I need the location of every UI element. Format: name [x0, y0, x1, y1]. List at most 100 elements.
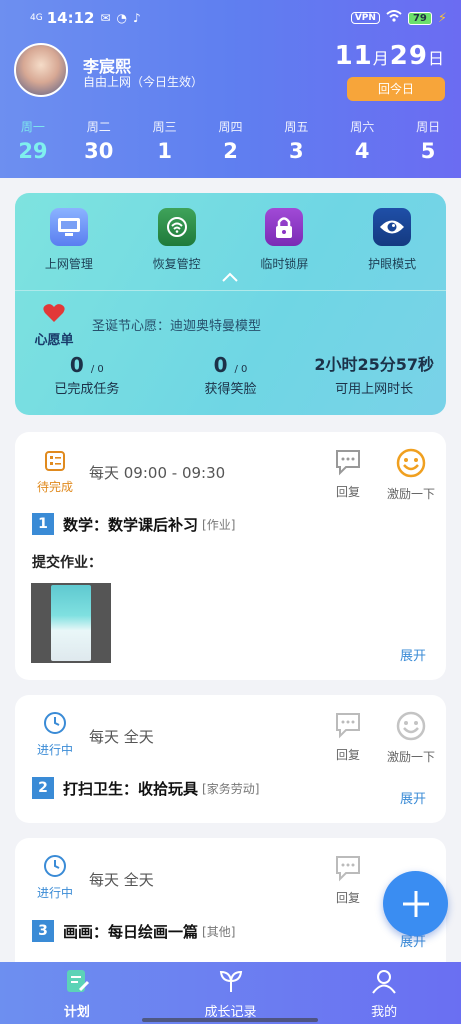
- status-time: 14:12: [46, 9, 95, 27]
- task-schedule: 每天 全天: [89, 871, 154, 889]
- stat-smiles: 0 / 0 获得笑脸: [159, 353, 303, 397]
- reply-button[interactable]: 回复: [323, 854, 373, 906]
- task-schedule: 每天 09:00 - 09:30: [89, 464, 226, 482]
- encourage-button[interactable]: 激励一下: [383, 711, 439, 765]
- stat-time: 2小时25分57秒 可用上网时长: [302, 353, 446, 397]
- smile-icon: [396, 711, 426, 741]
- wifi-icon: [386, 10, 402, 26]
- weekday-date: 30: [84, 139, 114, 163]
- wishlist-badge[interactable]: 心愿单: [29, 303, 79, 348]
- task-title: 打扫卫生：收拾玩具: [63, 779, 199, 798]
- task-card[interactable]: 待完成 每天 09:00 - 09:30 回复 激励一下 1 数学：数学课后补习…: [15, 432, 446, 680]
- weekday-date: 4: [354, 139, 370, 163]
- date-month: 11: [334, 41, 373, 71]
- week-strip: 周一 29 周二 30 周三 1 周四 2 周五 3 周六 4 周日 5: [0, 118, 461, 163]
- reply-icon: [336, 856, 360, 882]
- eye-protection-button[interactable]: 护眼模式: [338, 208, 446, 272]
- encourage-button[interactable]: 激励一下: [383, 448, 439, 502]
- weekday-date: 5: [420, 139, 436, 163]
- weekday-fri[interactable]: 周五 3: [263, 118, 329, 163]
- network-indicator: 4G: [30, 12, 43, 23]
- reply-icon: [336, 713, 360, 739]
- expand-button[interactable]: 展开: [400, 788, 426, 807]
- status-bar: 4G 14:12 ✉ ◔ ♪ VPN 79 ⚡: [30, 8, 447, 28]
- lock-icon: [265, 208, 304, 246]
- task-schedule: 每天 全天: [89, 728, 154, 746]
- weekday-date: 29: [18, 139, 48, 163]
- clock-icon: [31, 854, 79, 882]
- task-status: 进行中: [31, 854, 79, 901]
- current-date: 11月29日: [335, 41, 445, 71]
- date-day-unit: 日: [427, 49, 445, 68]
- submit-homework-label: 提交作业：: [32, 555, 102, 571]
- task-title-row: 3 画画：每日绘画一篇 [其他]: [32, 920, 235, 942]
- tab-growth-record[interactable]: 成长记录: [154, 962, 308, 1024]
- task-card[interactable]: 进行中 每天 全天 回复 3 画画：每日绘画一篇 [其他] 展开: [15, 838, 446, 962]
- weekday-name: 周四: [218, 120, 243, 134]
- reply-label: 回复: [335, 485, 360, 499]
- weekday-name: 周三: [152, 120, 177, 134]
- control-label: 护眼模式: [368, 257, 417, 271]
- clock-icon: ◔: [116, 11, 127, 25]
- homework-thumbnail[interactable]: [31, 583, 111, 663]
- charging-icon: ⚡: [437, 10, 447, 26]
- time-label: 可用上网时长: [335, 382, 414, 397]
- tasks-done-value: 0: [69, 353, 84, 377]
- tab-mine[interactable]: 我的: [307, 962, 461, 1024]
- shield-wifi-icon: [157, 208, 196, 246]
- monitor-icon: [49, 208, 88, 246]
- stats-row: 0 / 0 已完成任务 0 / 0 获得笑脸 2小时25分57秒 可用上网时长: [15, 353, 446, 397]
- add-plan-button[interactable]: [383, 871, 448, 936]
- weekday-thu[interactable]: 周四 2: [198, 118, 264, 163]
- task-tag: [其他]: [202, 924, 236, 939]
- reply-label: 回复: [335, 891, 360, 905]
- weekday-wed[interactable]: 周三 1: [132, 118, 198, 163]
- task-title: 画画：每日绘画一篇: [63, 922, 199, 941]
- avatar[interactable]: [14, 43, 68, 97]
- message-icon: ✉: [100, 11, 111, 25]
- smiles-value: 0: [213, 353, 228, 377]
- task-status: 进行中: [31, 711, 79, 758]
- tasks-total-value: / 0: [90, 364, 104, 375]
- task-tag: [作业]: [202, 517, 236, 532]
- status-label: 进行中: [36, 886, 73, 900]
- restore-control-button[interactable]: 恢复管控: [123, 208, 231, 272]
- weekday-date: 3: [289, 139, 304, 163]
- wishlist-label: 心愿单: [34, 333, 74, 348]
- task-tag: [家务劳动]: [202, 781, 260, 796]
- weekday-mon[interactable]: 周一 29: [0, 118, 66, 163]
- internet-management-button[interactable]: 上网管理: [15, 208, 123, 272]
- tab-plan[interactable]: 计划: [0, 962, 154, 1024]
- reply-label: 回复: [335, 748, 360, 762]
- divider: [15, 290, 446, 291]
- weekday-sat[interactable]: 周六 4: [329, 118, 395, 163]
- reply-button[interactable]: 回复: [323, 711, 373, 763]
- task-title-row: 1 数学：数学课后补习 [作业]: [32, 513, 235, 535]
- user-icon: [372, 970, 396, 994]
- clock-icon: [31, 711, 79, 739]
- control-label: 恢复管控: [152, 257, 201, 271]
- smiles-label: 获得笑脸: [204, 382, 257, 397]
- reply-icon: [336, 450, 360, 476]
- task-number: 3: [32, 920, 54, 942]
- battery-indicator: 79: [407, 11, 432, 25]
- collapse-chevron-icon[interactable]: [220, 269, 240, 283]
- reply-button[interactable]: 回复: [323, 448, 373, 500]
- stat-tasks: 0 / 0 已完成任务: [15, 353, 159, 397]
- weekday-tue[interactable]: 周二 30: [66, 118, 132, 163]
- date-month-unit: 月: [372, 49, 390, 68]
- task-number: 1: [32, 513, 54, 535]
- task-title-row: 2 打扫卫生：收拾玩具 [家务劳动]: [32, 777, 259, 799]
- weekday-name: 周一: [20, 120, 45, 134]
- task-card[interactable]: 进行中 每天 全天 回复 激励一下 2 打扫卫生：收拾玩具 [家务劳动] 展开: [15, 695, 446, 823]
- back-to-today-button[interactable]: 回今日: [347, 77, 445, 101]
- tab-label: 计划: [63, 1005, 90, 1020]
- sprout-icon: [219, 970, 242, 992]
- temporary-lock-button[interactable]: 临时锁屏: [231, 208, 339, 272]
- weekday-sun[interactable]: 周日 5: [395, 118, 461, 163]
- expand-button[interactable]: 展开: [400, 645, 426, 664]
- date-day: 29: [389, 41, 428, 71]
- control-label: 临时锁屏: [260, 257, 309, 271]
- weekday-date: 2: [223, 139, 238, 163]
- task-number: 2: [32, 777, 54, 799]
